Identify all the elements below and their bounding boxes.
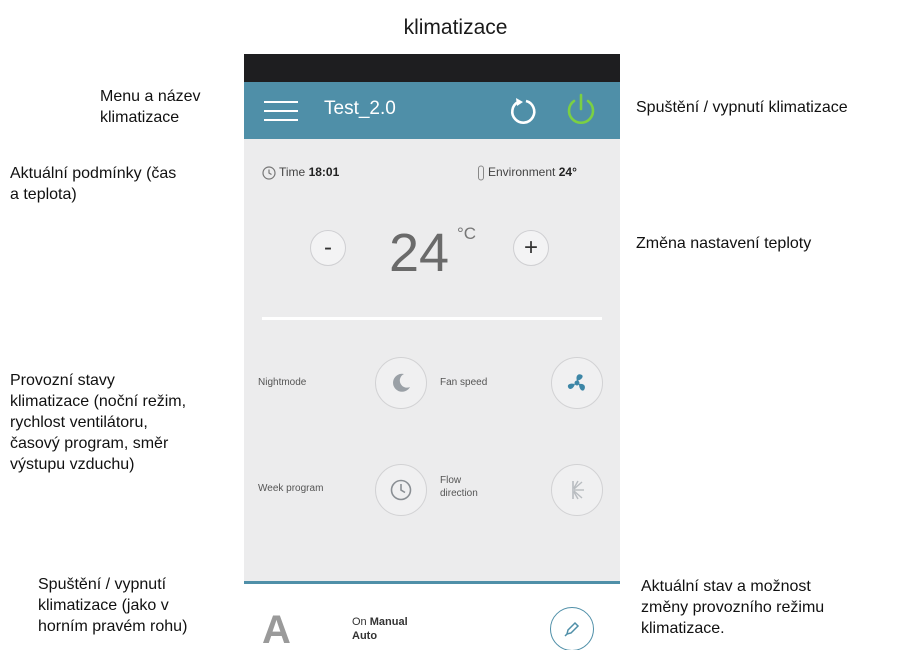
- clock-icon: [262, 166, 276, 180]
- edit-mode-button[interactable]: [550, 607, 594, 650]
- annotation-line: klimatizace (noční režim,: [10, 393, 187, 410]
- fan-speed-label: Fan speed: [440, 377, 488, 388]
- annotation-line: klimatizace: [100, 109, 180, 126]
- mode-state-line: Auto: [352, 630, 378, 642]
- flow-direction-button[interactable]: [551, 464, 603, 516]
- operating-mode-letter: A: [262, 608, 291, 650]
- annotation-power: Spuštění / vypnutí klimatizace: [636, 97, 848, 118]
- current-time: Time 18:01: [262, 165, 339, 180]
- increase-temperature-button[interactable]: +: [513, 230, 549, 266]
- operating-mode-state: On Manual Auto: [352, 615, 408, 643]
- annotation-line: Změna nastavení teploty: [636, 235, 812, 252]
- nightmode-label: Nightmode: [258, 377, 307, 388]
- annotation-line: časový program, směr: [10, 435, 169, 452]
- airflow-icon: [572, 480, 584, 500]
- week-program-button[interactable]: [375, 464, 427, 516]
- time-value: 18:01: [308, 165, 340, 179]
- annotation-menu: Menu a název klimatizace: [100, 86, 201, 128]
- annotation-line: horním pravém rohu): [38, 618, 188, 635]
- annotation-line: Spuštění / vypnutí: [38, 576, 167, 593]
- annotation-line: klimatizace (jako v: [38, 597, 169, 614]
- environment-value: 24°: [558, 165, 577, 180]
- nightmode-button[interactable]: [375, 357, 427, 409]
- fan-icon: [567, 374, 585, 391]
- flow-direction-label: Flow direction: [440, 474, 478, 500]
- fan-speed-button[interactable]: [551, 357, 603, 409]
- annotation-conditions: Aktuální podmínky (čas a teplota): [10, 163, 176, 205]
- divider: [262, 317, 602, 320]
- thermometer-icon: [478, 165, 484, 181]
- status-bar: [244, 54, 620, 82]
- annotation-line: rychlost ventilátoru,: [10, 414, 148, 431]
- pencil-icon: [564, 621, 580, 637]
- clock-icon: [390, 479, 412, 501]
- flow-direction-line: Flow: [440, 475, 462, 486]
- week-program-label: Week program: [258, 483, 324, 494]
- moon-icon: [393, 373, 410, 392]
- annotation-line: klimatizace.: [641, 620, 725, 637]
- environment-label: Environment: [488, 165, 556, 180]
- app-bar: Test_2.0: [244, 82, 620, 139]
- annotation-line: Aktuální podmínky (čas: [10, 165, 177, 182]
- annotation-line: Provozní stavy: [10, 372, 115, 389]
- annotation-bottom-power: Spuštění / vypnutí klimatizace (jako v h…: [38, 574, 187, 637]
- decrease-temperature-button[interactable]: -: [310, 230, 346, 266]
- power-icon[interactable]: [564, 92, 598, 128]
- annotation-line: změny provozního režimu: [641, 599, 825, 616]
- temperature-unit: °C: [457, 224, 477, 243]
- annotation-mode-status: Aktuální stav a možnost změny provozního…: [641, 576, 824, 639]
- app-screen: Test_2.0 Time 18:01 Environment 24° - 24…: [244, 54, 620, 650]
- environment-temperature: Environment 24°: [477, 165, 577, 181]
- page-heading: klimatizace: [403, 16, 508, 39]
- refresh-icon[interactable]: [508, 94, 538, 126]
- annotation-line: Spuštění / vypnutí klimatizace: [636, 99, 848, 116]
- operating-mode-panel: A On Manual Auto: [244, 584, 620, 650]
- annotation-line: a teplota): [10, 186, 77, 203]
- annotation-line: Aktuální stav a možnost: [641, 578, 811, 595]
- device-title: Test_2.0: [324, 98, 396, 119]
- flow-direction-line: direction: [440, 488, 478, 499]
- menu-icon[interactable]: [264, 99, 298, 123]
- annotation-states: Provozní stavy klimatizace (noční režim,…: [10, 370, 186, 475]
- mode-state-line: On Manual: [352, 616, 408, 628]
- annotation-line: Menu a název: [100, 88, 201, 105]
- set-temperature: 24: [389, 223, 450, 283]
- annotation-temp-change: Změna nastavení teploty: [636, 233, 811, 254]
- time-label: Time: [279, 165, 306, 179]
- mode-state-bold: Manual: [369, 616, 408, 628]
- annotation-line: výstupu vzduchu): [10, 456, 135, 473]
